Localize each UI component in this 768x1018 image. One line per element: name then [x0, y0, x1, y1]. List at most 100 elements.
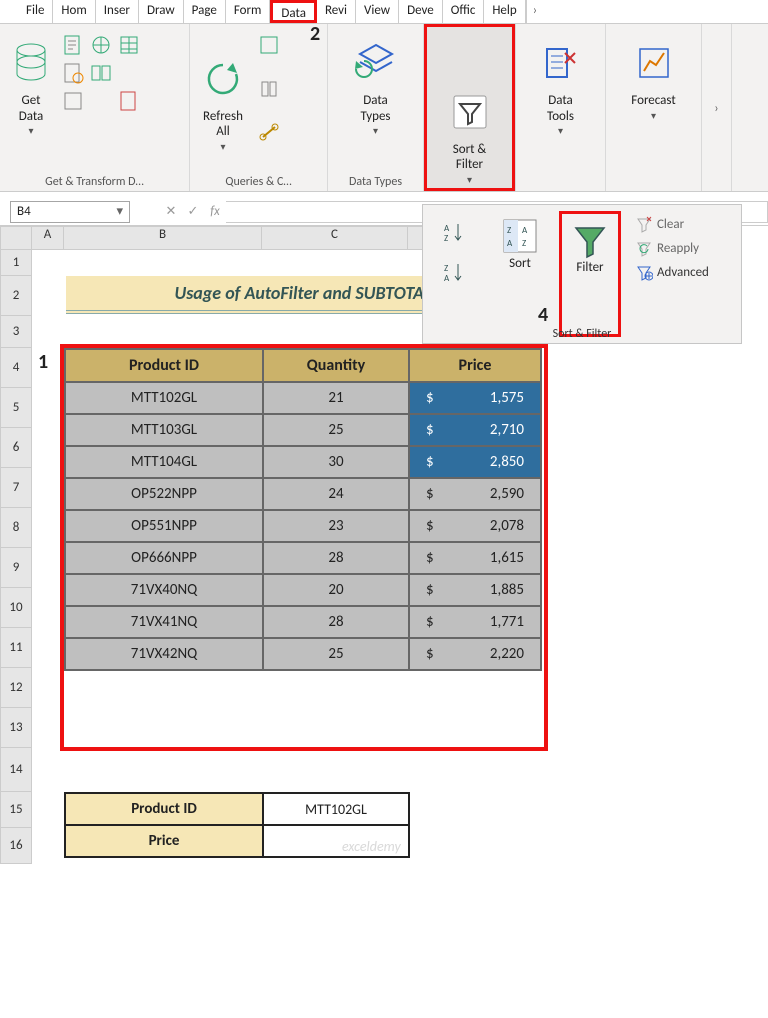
tab-developer[interactable]: Deve [399, 0, 443, 23]
table-row[interactable]: 71VX41NQ28$1,771 [65, 606, 541, 638]
cell-product-id[interactable]: 71VX42NQ [65, 638, 263, 670]
th-product-id[interactable]: Product ID [65, 349, 263, 382]
table-row[interactable]: 71VX40NQ20$1,885 [65, 574, 541, 606]
tab-formulas[interactable]: Form [226, 0, 271, 23]
refresh-all-button[interactable]: Refresh All ▾ [196, 28, 250, 158]
cell-product-id[interactable]: OP522NPP [65, 478, 263, 510]
queries-icon[interactable] [258, 34, 280, 56]
advanced-filter-button[interactable]: Advanced [633, 261, 711, 283]
cell-product-id[interactable]: OP551NPP [65, 510, 263, 542]
table-row[interactable]: 71VX42NQ25$2,220 [65, 638, 541, 670]
cell-quantity[interactable]: 24 [263, 478, 409, 510]
forecast-button[interactable]: Forecast ▾ [612, 28, 695, 127]
lookup-product-id-value[interactable]: MTT102GL [263, 793, 409, 825]
cell-product-id[interactable]: 71VX40NQ [65, 574, 263, 606]
row-header[interactable]: 16 [0, 828, 32, 864]
cell-price[interactable]: $1,885 [409, 574, 541, 606]
row-header[interactable]: 14 [0, 748, 32, 792]
properties-icon[interactable] [258, 78, 280, 100]
row-header[interactable]: 5 [0, 388, 32, 428]
cell-price[interactable]: $2,710 [409, 414, 541, 446]
row-header[interactable]: 6 [0, 428, 32, 468]
chevron-down-icon[interactable]: ▾ [116, 204, 123, 219]
col-header-B[interactable]: B [64, 226, 262, 250]
cancel-formula-button[interactable]: ✕ [160, 204, 182, 219]
tab-review[interactable]: Revi [317, 0, 356, 23]
tab-insert[interactable]: Inser [96, 0, 139, 23]
cell-quantity[interactable]: 21 [263, 382, 409, 414]
from-web-icon[interactable] [90, 34, 112, 56]
cell-quantity[interactable]: 25 [263, 638, 409, 670]
misc2-icon[interactable] [118, 90, 140, 112]
cell-quantity[interactable]: 25 [263, 414, 409, 446]
cell-quantity[interactable]: 28 [263, 606, 409, 638]
cell-quantity[interactable]: 23 [263, 510, 409, 542]
cell-product-id[interactable]: MTT103GL [65, 414, 263, 446]
tab-draw[interactable]: Draw [139, 0, 184, 23]
row-header[interactable]: 9 [0, 548, 32, 588]
ribbon-scroll-right[interactable]: › [526, 0, 543, 23]
ribbon-overflow-icon[interactable]: › [714, 101, 718, 116]
tab-file[interactable]: File [18, 0, 53, 23]
table-row[interactable]: MTT103GL25$2,710 [65, 414, 541, 446]
select-all-cell[interactable] [0, 226, 32, 250]
cell-product-id[interactable]: 71VX41NQ [65, 606, 263, 638]
tab-home[interactable]: Hom [53, 0, 95, 23]
cell-quantity[interactable]: 28 [263, 542, 409, 574]
row-header[interactable]: 13 [0, 708, 32, 748]
row-header[interactable]: 2 [0, 276, 32, 316]
data-tools-button[interactable]: Data Tools ▾ [522, 28, 599, 142]
cell-price[interactable]: $1,771 [409, 606, 541, 638]
row-header[interactable]: 11 [0, 628, 32, 668]
name-box[interactable]: B4 ▾ [10, 201, 130, 223]
row-header[interactable]: 10 [0, 588, 32, 628]
misc1-icon[interactable] [62, 90, 84, 112]
cell-quantity[interactable]: 20 [263, 574, 409, 606]
filter-button[interactable]: Filter [559, 211, 621, 337]
row-header[interactable]: 8 [0, 508, 32, 548]
tab-view[interactable]: View [356, 0, 399, 23]
row-header[interactable]: 7 [0, 468, 32, 508]
sort-desc-button[interactable]: ZA [433, 255, 477, 291]
cell-price[interactable]: $1,575 [409, 382, 541, 414]
row-header[interactable]: 12 [0, 668, 32, 708]
enter-formula-button[interactable]: ✓ [182, 204, 204, 219]
sort-filter-button[interactable]: Sort & Filter ▾ [424, 24, 515, 191]
th-quantity[interactable]: Quantity [263, 349, 409, 382]
table-row[interactable]: OP522NPP24$2,590 [65, 478, 541, 510]
th-price[interactable]: Price [409, 349, 541, 382]
clear-filter-button[interactable]: Clear [633, 213, 711, 235]
cell-price[interactable]: $2,590 [409, 478, 541, 510]
tab-page-layout[interactable]: Page [184, 0, 226, 23]
from-text-icon[interactable] [62, 34, 84, 56]
cell-price[interactable]: $2,078 [409, 510, 541, 542]
cell-product-id[interactable]: MTT104GL [65, 446, 263, 478]
row-header[interactable]: 3 [0, 316, 32, 348]
reapply-button[interactable]: Reapply [633, 237, 711, 259]
table-row[interactable]: OP666NPP28$1,615 [65, 542, 541, 574]
cell-quantity[interactable]: 30 [263, 446, 409, 478]
col-header-C[interactable]: C [262, 226, 408, 250]
tab-help[interactable]: Help [484, 0, 525, 23]
insert-function-button[interactable]: fx [204, 204, 226, 219]
sort-asc-button[interactable]: AZ [433, 215, 477, 251]
row-header[interactable]: 1 [0, 250, 32, 276]
data-types-button[interactable]: Data Types ▾ [334, 28, 417, 142]
row-header[interactable]: 4 [0, 348, 32, 388]
tab-office[interactable]: Offic [443, 0, 485, 23]
tab-data[interactable]: Data [270, 0, 317, 23]
table-row[interactable]: MTT102GL21$1,575 [65, 382, 541, 414]
table-row[interactable]: OP551NPP23$2,078 [65, 510, 541, 542]
cell-price[interactable]: $2,850 [409, 446, 541, 478]
get-data-button[interactable]: Get Data ▾ [6, 28, 56, 142]
cell-product-id[interactable]: OP666NPP [65, 542, 263, 574]
edit-links-icon[interactable] [258, 122, 280, 144]
recent-sources-icon[interactable] [62, 62, 84, 84]
table-row[interactable]: MTT104GL30$2,850 [65, 446, 541, 478]
existing-connections-icon[interactable] [90, 62, 112, 84]
cell-price[interactable]: $1,615 [409, 542, 541, 574]
col-header-A[interactable]: A [32, 226, 64, 250]
row-header[interactable]: 15 [0, 792, 32, 828]
from-table-icon[interactable] [118, 34, 140, 56]
cell-product-id[interactable]: MTT102GL [65, 382, 263, 414]
